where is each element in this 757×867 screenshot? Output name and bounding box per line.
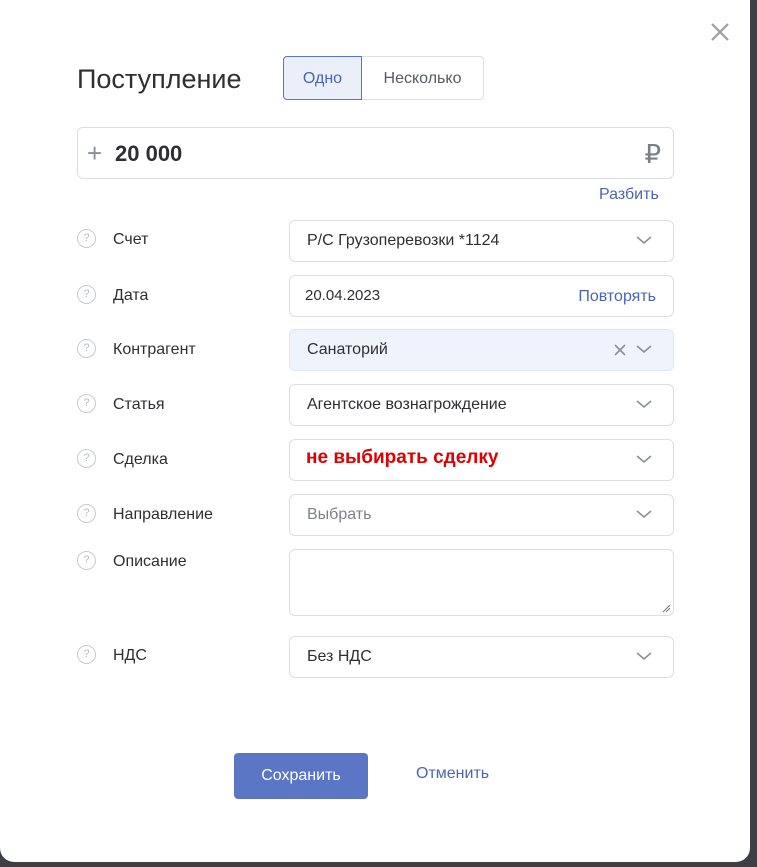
help-icon[interactable]: ?	[77, 339, 96, 358]
repeat-link[interactable]: Повторять	[578, 276, 656, 318]
help-icon[interactable]: ?	[77, 449, 96, 468]
vat-select[interactable]: Без НДС	[289, 636, 674, 678]
amount-input[interactable]: + 20 000 ₽	[77, 127, 674, 179]
direction-label: Направление	[113, 506, 213, 523]
account-label: Счет	[113, 231, 149, 248]
resize-grip-icon[interactable]	[661, 603, 671, 613]
tab-multiple[interactable]: Несколько	[362, 56, 484, 100]
deal-label: Сделка	[113, 451, 168, 468]
help-icon[interactable]: ?	[77, 229, 96, 248]
category-select[interactable]: Агентское вознагрождение	[289, 384, 674, 426]
plus-sign: +	[87, 138, 103, 168]
date-value: 20.04.2023	[305, 287, 381, 304]
deal-select[interactable]: не выбирать сделку	[289, 439, 674, 481]
clear-icon[interactable]	[613, 343, 627, 357]
vat-value: Без НДС	[307, 648, 372, 665]
category-value: Агентское вознагрождение	[307, 396, 507, 413]
cancel-button[interactable]: Отменить	[416, 765, 489, 783]
tab-single[interactable]: Одно	[283, 56, 362, 100]
help-icon[interactable]: ?	[77, 394, 96, 413]
counterparty-label: Контрагент	[113, 341, 196, 358]
mode-switch: Одно Несколько	[283, 56, 484, 100]
chevron-down-icon	[636, 455, 652, 464]
chevron-down-icon	[636, 345, 652, 354]
account-select[interactable]: Р/С Грузоперевозки *1124	[289, 220, 674, 262]
vat-label: НДС	[113, 647, 147, 664]
chevron-down-icon	[636, 510, 652, 519]
dialog-title: Поступление	[77, 64, 242, 94]
description-label: Описание	[113, 553, 187, 570]
help-icon[interactable]: ?	[77, 551, 96, 570]
category-label: Статья	[113, 396, 165, 413]
account-value: Р/С Грузоперевозки *1124	[307, 232, 500, 249]
help-icon[interactable]: ?	[77, 285, 96, 304]
date-input[interactable]: 20.04.2023 Повторять	[289, 275, 674, 317]
chevron-down-icon	[636, 236, 652, 245]
help-icon[interactable]: ?	[77, 645, 96, 664]
close-icon[interactable]	[706, 18, 734, 46]
counterparty-select[interactable]: Санаторий	[289, 329, 674, 371]
direction-select[interactable]: Выбрать	[289, 494, 674, 536]
help-icon[interactable]: ?	[77, 504, 96, 523]
ruble-icon: ₽	[644, 139, 661, 169]
direction-placeholder: Выбрать	[307, 506, 372, 523]
chevron-down-icon	[636, 400, 652, 409]
save-button[interactable]: Сохранить	[234, 753, 368, 799]
amount-value: 20 000	[115, 141, 183, 166]
deal-annotation: не выбирать сделку	[306, 447, 499, 468]
chevron-down-icon	[636, 652, 652, 661]
counterparty-value: Санаторий	[307, 341, 388, 358]
date-label: Дата	[113, 287, 149, 304]
payment-dialog: Поступление Одно Несколько + 20 000 ₽ Ра…	[0, 0, 750, 862]
split-link[interactable]: Разбить	[599, 186, 659, 204]
description-textarea[interactable]	[289, 549, 674, 616]
